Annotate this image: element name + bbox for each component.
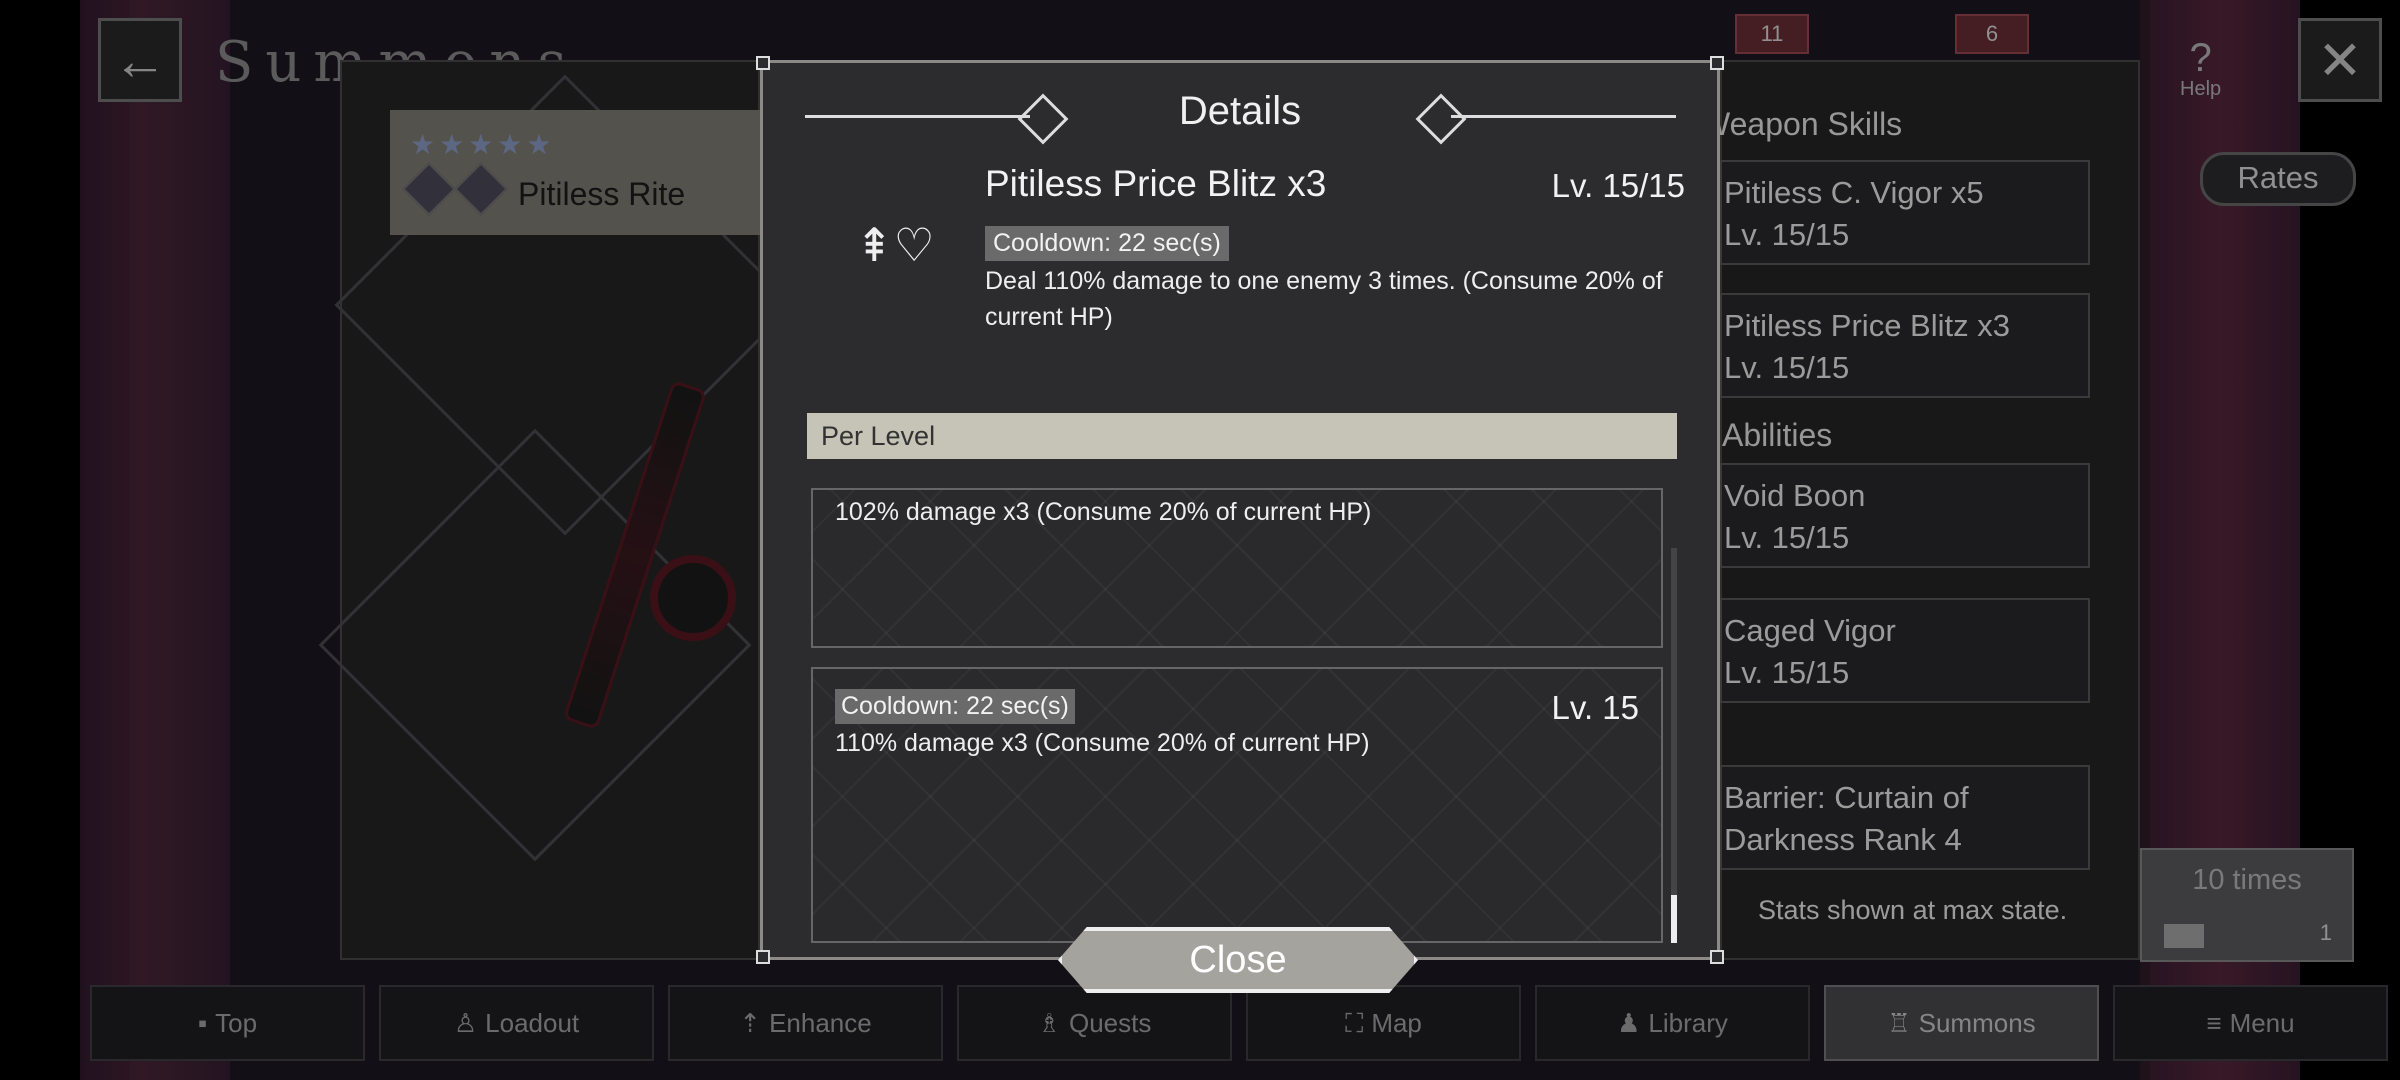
level-effect: 102% damage x3 (Consume 20% of current H… [835,498,1372,526]
skill-name: Pitiless Price Blitz x3 [985,163,1327,204]
level-effect: 110% damage x3 (Consume 20% of current H… [835,729,1370,757]
level-row: Cooldown: 22 sec(s) Lv. 15 110% damage x… [811,667,1663,943]
close-button[interactable]: Close [1058,927,1418,993]
details-modal: Details ⇞♡ Pitiless Price Blitz x3 Lv. 1… [756,56,1724,964]
corner-ornament [756,56,770,70]
scrollbar-track[interactable] [1671,548,1677,943]
cooldown-tag: Cooldown: 22 sec(s) [985,226,1229,261]
scrollbar-thumb[interactable] [1671,895,1677,943]
skill-type-icon: ⇞♡ [855,219,935,271]
level-row: 102% damage x3 (Consume 20% of current H… [811,488,1663,648]
skill-level: Lv. 15/15 [1551,167,1685,204]
per-level-header: Per Level [807,413,1677,459]
modal-title: Details [1178,89,1302,133]
skill-description: Deal 110% damage to one enemy 3 times. (… [985,267,1663,331]
title-rule-right [1451,115,1676,118]
level-number: Lv. 15 [1551,689,1639,726]
corner-ornament [1710,56,1724,70]
corner-ornament [756,950,770,964]
level-cooldown: Cooldown: 22 sec(s) [835,689,1075,724]
corner-ornament [1710,950,1724,964]
